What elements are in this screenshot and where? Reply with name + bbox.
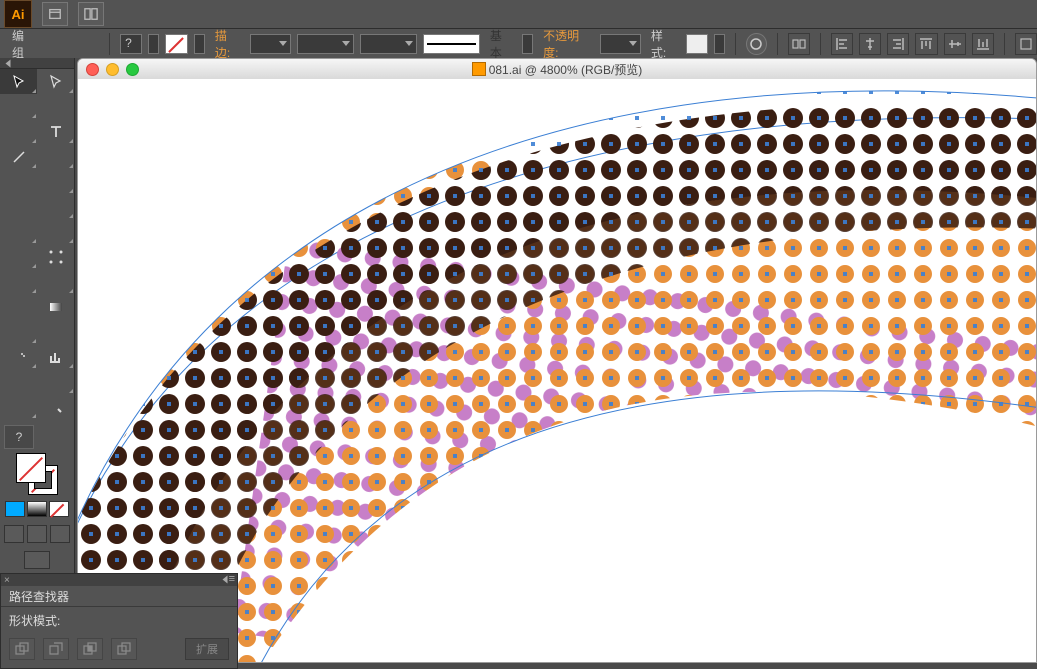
fill-stroke-indicator[interactable] [16,453,58,495]
pencil-tool[interactable] [37,169,74,194]
app-logo: Ai [4,0,32,28]
color-controls: ? [0,419,74,579]
lasso-tool[interactable] [37,94,74,119]
stroke-label: 描边: [211,27,244,61]
perspective-grid-tool[interactable] [37,269,74,294]
magic-wand-tool[interactable] [0,94,37,119]
ai-file-icon [472,62,486,76]
window-titlebar[interactable]: 081.ai @ 4800% (RGB/预览) [78,59,1036,80]
opacity-dropdown[interactable] [600,34,641,54]
draw-normal-button[interactable] [4,525,24,543]
shape-builder-tool[interactable] [0,269,37,294]
transform-button[interactable] [1015,33,1037,55]
type-tool[interactable] [37,119,74,144]
pathfinder-panel: × 路径查找器 形状模式: 扩展 [0,573,238,669]
stroke-profile-dropdown[interactable] [297,34,354,54]
fill-swatch[interactable]: ? [120,34,142,54]
panel-close-icon[interactable]: × [4,575,10,586]
paintbrush-tool[interactable] [0,169,37,194]
column-graph-tool[interactable] [37,344,74,369]
opacity-label: 不透明度: [539,27,594,61]
align-left-button[interactable] [831,33,853,55]
pen-tool[interactable] [0,119,37,144]
stroke-weight-dropdown[interactable] [250,34,291,54]
none-mode-button[interactable] [49,501,69,517]
gradient-tool[interactable] [37,294,74,319]
align-center-v-button[interactable] [944,33,966,55]
hand-tool[interactable] [0,394,37,419]
width-tool[interactable] [0,244,37,269]
stroke-style-dropdown[interactable] [522,34,533,54]
stroke-style-label: 基本 [486,27,516,61]
brush-dropdown[interactable] [360,34,417,54]
blob-brush-tool[interactable] [0,194,37,219]
mesh-tool[interactable] [0,294,37,319]
recolor-artwork-button[interactable] [746,33,766,55]
fill-dropdown[interactable] [148,34,159,54]
draw-inside-button[interactable] [50,525,70,543]
slice-tool[interactable] [37,369,74,394]
graphic-style-dropdown[interactable] [714,34,725,54]
tools-collapse-handle[interactable] [0,58,74,69]
control-bar: 编组 ? 描边: 基本 不透明度: 样式: [0,29,1037,60]
panel-menu-icon[interactable] [221,577,233,585]
minus-front-button[interactable] [43,638,69,660]
stroke-dropdown[interactable] [194,34,205,54]
app-menu-bar: Ai [0,0,1037,29]
exclude-button[interactable] [111,638,137,660]
rotate-tool[interactable] [0,219,37,244]
stroke-preview[interactable] [423,34,480,54]
rectangle-tool[interactable] [37,144,74,169]
arrange-documents-button[interactable] [78,2,104,26]
selection-tool[interactable] [0,69,37,94]
free-transform-tool[interactable] [37,244,74,269]
align-bottom-button[interactable] [972,33,994,55]
align-right-button[interactable] [887,33,909,55]
separator [109,33,110,55]
align-button-1[interactable] [788,33,810,55]
style-label: 样式: [647,27,680,61]
color-mode-button[interactable] [5,501,25,517]
expand-button[interactable]: 扩展 [185,638,229,660]
intersect-button[interactable] [77,638,103,660]
gradient-mode-button[interactable] [27,501,47,517]
graphic-style-swatch[interactable] [686,34,708,54]
screen-mode-button[interactable] [24,551,50,569]
stroke-swatch[interactable] [165,34,187,54]
eraser-tool[interactable] [37,194,74,219]
bridge-button[interactable] [42,2,68,26]
symbol-sprayer-tool[interactable] [0,344,37,369]
align-top-button[interactable] [915,33,937,55]
draw-behind-button[interactable] [27,525,47,543]
align-center-h-button[interactable] [859,33,881,55]
zoom-tool[interactable] [37,394,74,419]
separator [1004,33,1005,55]
selection-type-label: 编组 [8,27,38,61]
unite-button[interactable] [9,638,35,660]
separator [777,33,778,55]
blend-tool[interactable] [37,319,74,344]
line-tool[interactable] [0,144,37,169]
panel-header[interactable]: × [1,574,237,586]
panel-tab-pathfinder[interactable]: 路径查找器 [1,586,237,607]
scale-tool[interactable] [37,219,74,244]
document-title: 081.ai @ 4800% (RGB/预览) [78,61,1036,78]
separator [820,33,821,55]
shape-modes-label: 形状模式: [1,607,237,634]
artboard-tool[interactable] [0,369,37,394]
direct-selection-tool[interactable] [37,69,74,94]
eyedropper-tool[interactable] [0,319,37,344]
separator [735,33,736,55]
workspace: ? [0,58,1037,669]
tools-panel: ? [0,58,75,579]
fill-info-button[interactable]: ? [4,425,34,449]
